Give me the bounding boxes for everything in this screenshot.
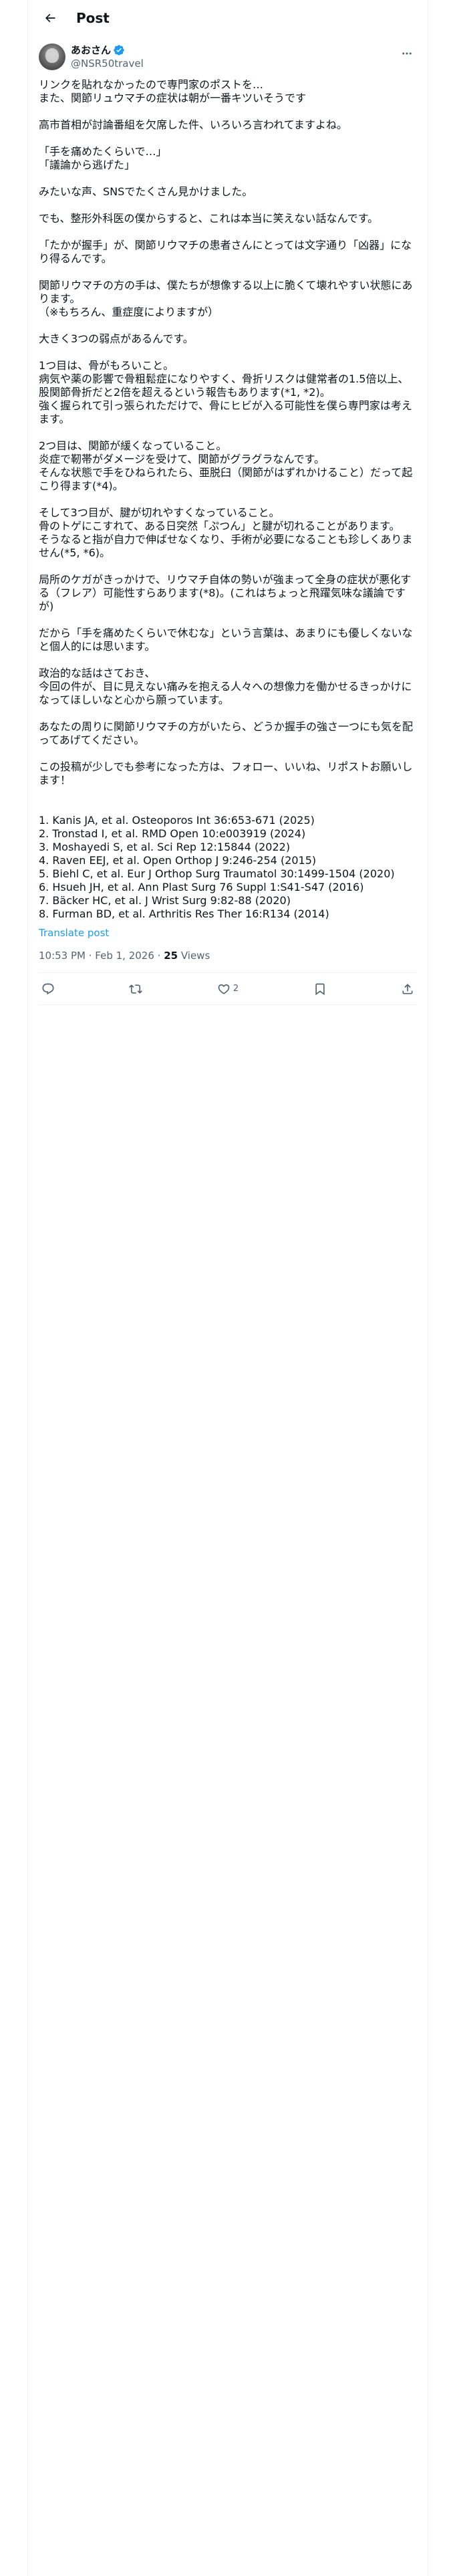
bookmark-icon xyxy=(315,983,325,995)
author-name-line: あおさん xyxy=(71,43,397,57)
page-title: Post xyxy=(76,9,110,26)
post-date[interactable]: Feb 1, 2026 xyxy=(95,950,154,962)
author-handle[interactable]: @NSR50travel xyxy=(71,57,397,70)
post: あおさん @NSR50travel リンクを貼れなかったので専門家のポストを… … xyxy=(28,35,428,1005)
post-column: Post あおさん @NSR50travel リンクを貼れなかったので専門家のポ… xyxy=(27,0,428,2576)
action-bar: 2 xyxy=(39,973,417,1005)
share-icon xyxy=(402,983,413,994)
translate-post-link[interactable]: Translate post xyxy=(39,927,109,939)
like-icon xyxy=(218,984,230,994)
verified-badge-icon xyxy=(113,44,125,56)
timestamp-row: 10:53 PM · Feb 1, 2026 · 25 Views xyxy=(39,950,417,973)
like-button[interactable]: 2 xyxy=(217,982,239,996)
back-button[interactable] xyxy=(39,7,61,29)
reply-button[interactable] xyxy=(41,982,55,996)
repost-icon xyxy=(129,984,143,994)
more-button[interactable] xyxy=(397,43,417,64)
like-count: 2 xyxy=(233,984,239,994)
back-arrow-icon xyxy=(45,13,55,22)
more-icon xyxy=(402,52,412,55)
author-row: あおさん @NSR50travel xyxy=(39,43,417,70)
views-count: 25 xyxy=(164,950,178,962)
repost-button[interactable] xyxy=(129,982,143,996)
views-label: Views xyxy=(180,950,210,962)
share-button[interactable] xyxy=(401,982,414,996)
separator: · xyxy=(154,950,164,962)
avatar[interactable] xyxy=(39,43,65,70)
post-time[interactable]: 10:53 PM xyxy=(39,950,86,962)
bookmark-button[interactable] xyxy=(313,982,327,996)
author-name[interactable]: あおさん xyxy=(71,43,111,57)
separator: · xyxy=(85,950,96,962)
post-text: リンクを貼れなかったので専門家のポストを… また、関節リュウマチの症状は朝が一番… xyxy=(39,78,414,920)
reply-icon xyxy=(42,983,54,994)
top-bar: Post xyxy=(28,0,428,35)
author-meta: あおさん @NSR50travel xyxy=(71,43,397,70)
